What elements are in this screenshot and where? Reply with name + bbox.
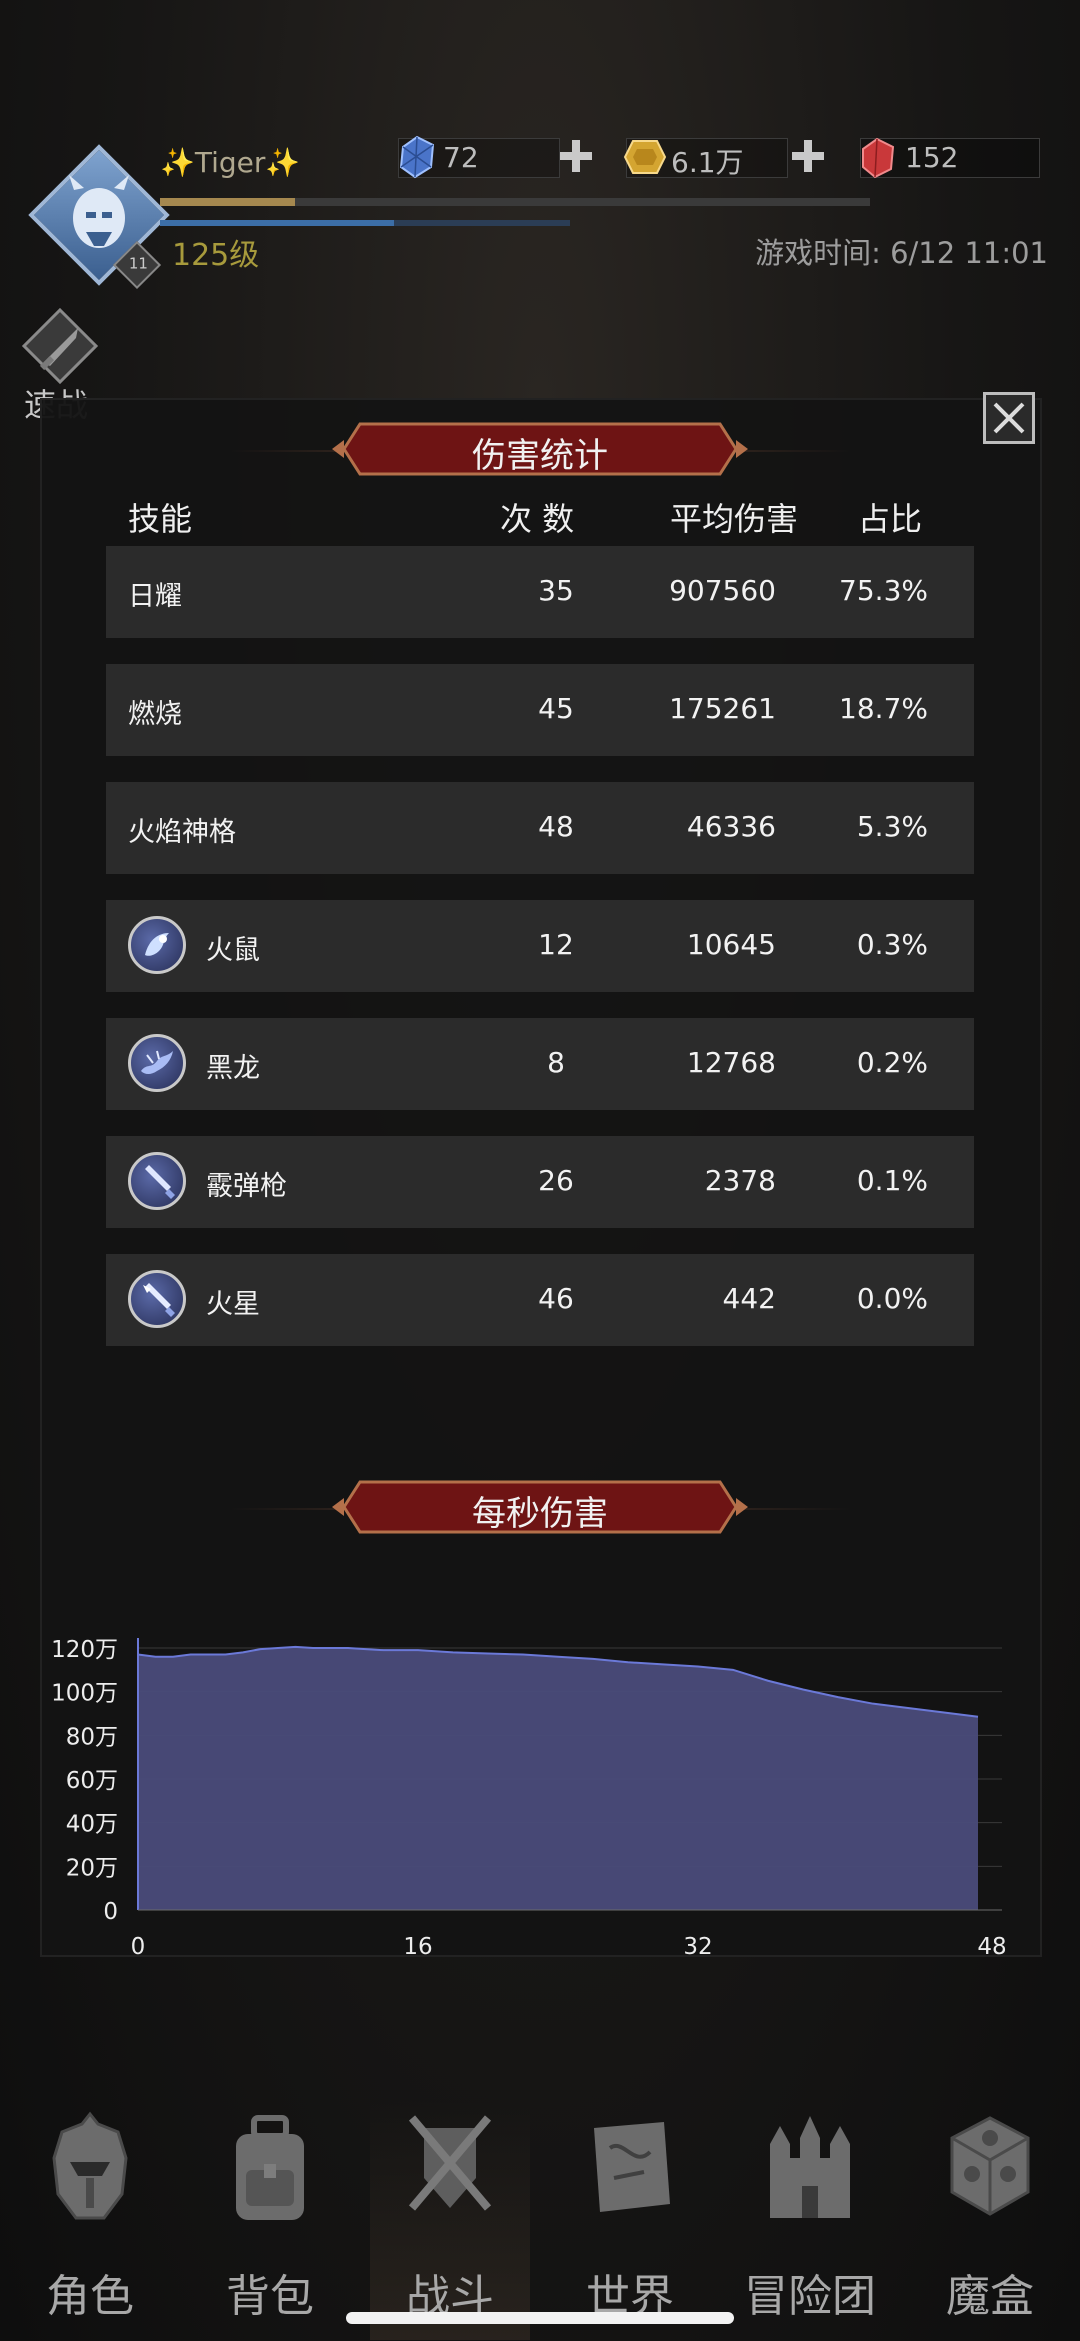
- nav-adventure-team[interactable]: 冒险团: [730, 2100, 890, 2340]
- skill-percent: 75.3%: [839, 574, 928, 607]
- nav-character[interactable]: 角色: [10, 2100, 170, 2340]
- add-blue-gem-button[interactable]: [558, 138, 594, 174]
- skill-name: 霰弹枪: [206, 1171, 287, 1202]
- red-gem-icon: [862, 137, 895, 179]
- skill-percent: 5.3%: [856, 810, 928, 843]
- spark-skill-icon: [128, 1270, 186, 1328]
- black-dragon-skill-icon: [128, 1034, 186, 1092]
- table-row: 日耀 35 907560 75.3%: [106, 546, 974, 638]
- close-button[interactable]: [983, 392, 1035, 444]
- nav-magic-box[interactable]: 魔盒: [910, 2100, 1070, 2340]
- magic-cube-icon: [950, 2116, 1030, 2216]
- close-icon: [993, 402, 1025, 434]
- skill-name: 火鼠: [206, 935, 260, 966]
- quick-fight-sword-icon: [21, 307, 99, 385]
- header-avg-damage: 平均伤害: [670, 500, 799, 538]
- nav-backpack[interactable]: 背包: [190, 2100, 350, 2340]
- skill-percent: 18.7%: [839, 692, 928, 725]
- game-time: 游戏时间: 6/12 11:01: [755, 236, 1048, 270]
- skill-count: 26: [538, 1164, 574, 1197]
- blue-gem-currency: 72: [398, 135, 560, 179]
- exp-bar-fill: [160, 198, 295, 206]
- skill-percent: 0.2%: [856, 1046, 928, 1079]
- nav-magic-box-label: 魔盒: [946, 2271, 1034, 2322]
- header-skill: 技能: [128, 500, 193, 538]
- fire-rat-skill-icon: [128, 916, 186, 974]
- nav-character-label: 角色: [46, 2271, 134, 2322]
- skill-name: 火焰神格: [128, 817, 236, 848]
- table-row: 火星 46 442 0.0%: [106, 1254, 974, 1346]
- gold-gem-value: 6.1万: [671, 146, 744, 179]
- blue-gem-value: 72: [443, 141, 479, 174]
- nav-backpack-label: 背包: [226, 2271, 314, 2322]
- swords-shield-icon: [408, 2115, 492, 2211]
- skill-avg-damage: 2378: [704, 1164, 776, 1197]
- damage-stats-banner: 伤害统计: [330, 420, 750, 478]
- skill-percent: 0.1%: [856, 1164, 928, 1197]
- skill-name: 燃烧: [128, 699, 182, 730]
- castle-icon: [770, 2116, 850, 2218]
- skill-avg-damage: 12768: [686, 1046, 776, 1079]
- skill-avg-damage: 46336: [686, 810, 776, 843]
- home-indicator[interactable]: [346, 2312, 734, 2324]
- skill-count: 45: [538, 692, 574, 725]
- skill-count: 12: [538, 928, 574, 961]
- shotgun-skill-icon: [128, 1152, 186, 1210]
- skill-name: 火星: [206, 1289, 260, 1320]
- header-percent: 占比: [858, 500, 923, 538]
- helmet-icon: [52, 2111, 128, 2220]
- nav-battle[interactable]: 战斗: [370, 2100, 530, 2340]
- skill-count: 8: [547, 1046, 565, 1079]
- skill-avg-damage: 175261: [669, 692, 776, 725]
- damage-stats-title: 伤害统计: [472, 436, 608, 476]
- gold-gem-currency: 6.1万: [623, 138, 788, 179]
- header-count: 次 数: [500, 500, 575, 538]
- skill-name: 日耀: [128, 581, 182, 612]
- skill-avg-damage: 10645: [686, 928, 776, 961]
- backpack-icon: [236, 2115, 304, 2220]
- table-row: 火焰神格 48 46336 5.3%: [106, 782, 974, 874]
- map-scroll-icon: [594, 2122, 670, 2212]
- add-gold-gem-button[interactable]: [790, 138, 826, 174]
- red-gem-value: 152: [905, 141, 959, 174]
- skill-count: 35: [538, 574, 574, 607]
- mp-bar-fill: [160, 220, 394, 226]
- red-gem-currency: 152: [860, 137, 1040, 179]
- skill-avg-damage: 907560: [669, 574, 776, 607]
- player-level: 125级: [172, 238, 260, 273]
- table-row: 火鼠 12 10645 0.3%: [106, 900, 974, 992]
- table-row: 燃烧 45 175261 18.7%: [106, 664, 974, 756]
- skill-name: 黑龙: [206, 1053, 260, 1084]
- nav-world[interactable]: 世界: [550, 2100, 710, 2340]
- blue-gem-icon: [399, 135, 435, 179]
- mp-bar: [160, 220, 570, 226]
- skill-count: 46: [538, 1282, 574, 1315]
- skill-percent: 0.0%: [856, 1282, 928, 1315]
- gold-gem-icon: [623, 140, 667, 174]
- skill-avg-damage: 442: [722, 1282, 776, 1315]
- skill-count: 48: [538, 810, 574, 843]
- table-row: 黑龙 8 12768 0.2%: [106, 1018, 974, 1110]
- skill-percent: 0.3%: [856, 928, 928, 961]
- table-row: 霰弹枪 26 2378 0.1%: [106, 1136, 974, 1228]
- dps-banner: 每秒伤害: [330, 1478, 750, 1536]
- nav-adventure-team-label: 冒险团: [744, 2271, 876, 2322]
- exp-bar: [160, 198, 870, 206]
- player-name: ✨Tiger✨: [160, 146, 301, 179]
- dps-title: 每秒伤害: [472, 1494, 608, 1534]
